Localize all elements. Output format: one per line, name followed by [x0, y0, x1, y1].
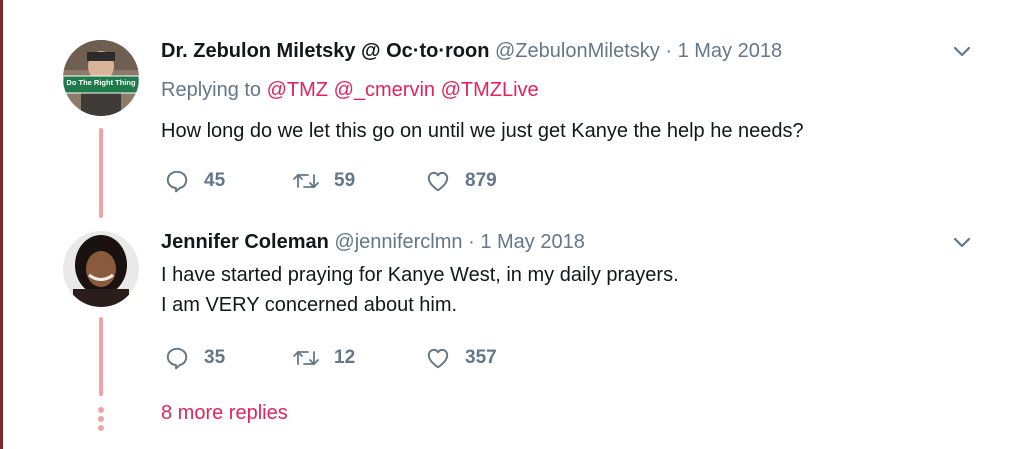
replying-to: Replying to @TMZ @_cmervin @TMZLive — [161, 79, 539, 102]
reply-count: 45 — [204, 170, 226, 191]
retweet-count: 59 — [334, 170, 356, 191]
thread-dot — [98, 425, 104, 431]
tweet-header: Dr. Zebulon Miletsky @ Oc·to·roon @Zebul… — [161, 40, 782, 63]
tweet-text-line: I am VERY concerned about him. — [161, 294, 458, 316]
chevron-down-icon[interactable] — [950, 231, 974, 255]
mention-link[interactable]: @_cmervin — [334, 79, 435, 101]
tweet-text-line: I have started praying for Kanye West, i… — [161, 264, 679, 286]
like-count: 357 — [465, 347, 497, 368]
like-icon — [427, 348, 449, 369]
tweet-text-line: How long do we let this go on until we j… — [161, 120, 804, 142]
tweet-text: I have started praying for Kanye West, i… — [161, 260, 679, 320]
reply-icon — [166, 170, 188, 193]
avatar-photo — [63, 231, 139, 307]
display-name[interactable]: Jennifer Coleman — [161, 231, 329, 253]
mention-link[interactable]: @TMZLive — [441, 79, 539, 101]
like-button[interactable]: 879 — [425, 168, 497, 194]
mention-link[interactable]: @TMZ — [267, 79, 328, 101]
like-button[interactable]: 357 — [425, 345, 497, 371]
reply-button[interactable]: 45 — [164, 168, 225, 194]
reply-count: 35 — [204, 347, 226, 368]
user-handle[interactable]: @jenniferclmn — [334, 231, 462, 253]
display-name[interactable]: Dr. Zebulon Miletsky @ Oc·to·roon — [161, 40, 489, 62]
tweet-date[interactable]: 1 May 2018 — [480, 231, 585, 253]
thread-dot — [98, 416, 104, 422]
thread-line — [99, 317, 103, 396]
tweet-header: Jennifer Coleman @jenniferclmn · 1 May 2… — [161, 231, 585, 254]
thread-line — [99, 128, 103, 218]
retweet-button[interactable]: 12 — [292, 345, 355, 371]
retweet-button[interactable]: 59 — [292, 168, 355, 194]
more-replies-link[interactable]: 8 more replies — [161, 402, 288, 425]
avatar[interactable] — [63, 231, 139, 307]
reply-icon — [166, 347, 188, 370]
retweet-count: 12 — [334, 347, 356, 368]
avatar-sign-text: Do The Right Thing — [66, 78, 136, 87]
retweet-icon — [293, 174, 319, 188]
tweet-date[interactable]: 1 May 2018 — [678, 40, 783, 62]
avatar[interactable]: Do The Right Thing — [63, 40, 139, 116]
retweet-icon — [293, 351, 319, 365]
user-handle[interactable]: @ZebulonMiletsky — [495, 40, 660, 62]
like-icon — [427, 171, 449, 192]
thread-dot — [98, 407, 104, 413]
separator: · — [665, 40, 673, 62]
separator: · — [468, 231, 475, 253]
reply-button[interactable]: 35 — [164, 345, 225, 371]
tweet-text: How long do we let this go on until we j… — [161, 116, 804, 146]
window-edge — [0, 0, 3, 449]
chevron-down-icon[interactable] — [950, 40, 974, 64]
replying-to-label: Replying to — [161, 79, 262, 101]
like-count: 879 — [465, 170, 497, 191]
